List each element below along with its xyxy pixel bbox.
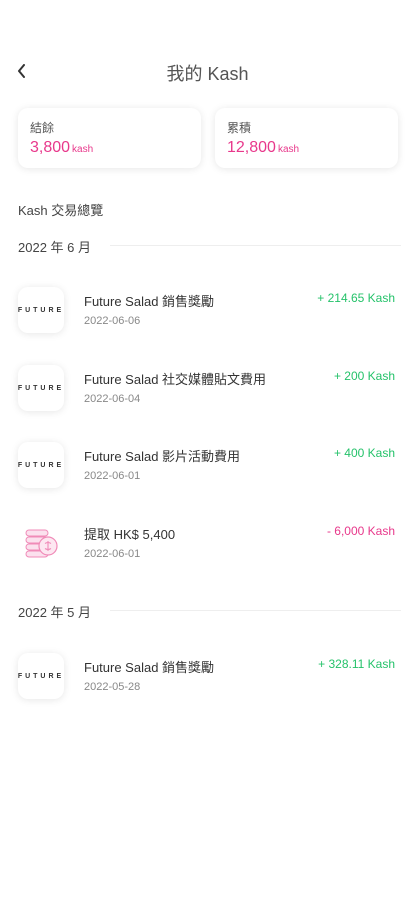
transaction-row[interactable]: 提取 HK$ 5,400 2022-06-01 - 6,000 Kash <box>0 520 415 580</box>
page-title: 我的 Kash <box>166 64 249 84</box>
transaction-amount: - 6,000 Kash <box>326 524 395 538</box>
merchant-logo: FUTURE <box>18 653 64 699</box>
month-header: 2022 年 6 月 <box>18 240 91 255</box>
transaction-name: Future Salad 銷售獎勵 <box>84 294 215 309</box>
coins-withdraw-icon <box>25 529 58 558</box>
transaction-date: 2022-05-28 <box>84 681 141 693</box>
total-value: 12,800 <box>227 139 276 156</box>
balance-value-line: 3,800 kash <box>30 139 93 157</box>
month-header: 2022 年 5 月 <box>18 605 91 620</box>
merchant-logo: FUTURE <box>18 287 64 333</box>
transaction-date: 2022-06-04 <box>84 393 141 405</box>
transaction-date: 2022-06-06 <box>84 315 141 327</box>
transaction-name: 提取 HK$ 5,400 <box>84 527 176 542</box>
balance-unit: kash <box>72 144 94 155</box>
transaction-name: Future Salad 銷售獎勵 <box>84 660 215 675</box>
total-card: 累積 12,800 kash <box>215 108 398 168</box>
merchant-logo: FUTURE <box>18 442 64 488</box>
total-label: 累積 <box>227 121 252 135</box>
transaction-row[interactable]: FUTURE Future Salad 影片活動費用 2022-06-01 + … <box>0 442 415 502</box>
merchant-logo: FUTURE <box>18 365 64 411</box>
transaction-row[interactable]: FUTURE Future Salad 社交媒體貼文費用 2022-06-04 … <box>0 365 415 425</box>
transaction-amount: + 214.65 Kash <box>317 291 395 305</box>
balance-value: 3,800 <box>30 139 71 156</box>
transaction-name: Future Salad 社交媒體貼文費用 <box>84 372 267 387</box>
overview-title: Kash 交易總覽 <box>18 203 104 218</box>
transaction-amount: + 328.11 Kash <box>318 657 395 671</box>
month-divider <box>110 610 401 611</box>
month-divider <box>110 245 401 246</box>
balance-card: 結餘 3,800 kash <box>18 108 201 168</box>
transaction-amount: + 400 Kash <box>333 446 395 460</box>
total-value-line: 12,800 kash <box>227 139 299 157</box>
transaction-amount: + 200 Kash <box>333 369 395 383</box>
transaction-row[interactable]: FUTURE Future Salad 銷售獎勵 2022-06-06 + 21… <box>0 287 415 347</box>
transaction-date: 2022-06-01 <box>84 548 141 560</box>
summary-cards: 結餘 3,800 kash 累積 12,800 kash <box>18 108 398 168</box>
total-unit: kash <box>277 144 300 155</box>
transaction-date: 2022-06-01 <box>84 470 141 482</box>
balance-label: 結餘 <box>30 121 55 135</box>
top-bar: 我的 Kash <box>0 52 415 92</box>
transaction-name: Future Salad 影片活動費用 <box>84 449 241 464</box>
transaction-row[interactable]: FUTURE Future Salad 銷售獎勵 2022-05-28 + 32… <box>0 653 415 713</box>
